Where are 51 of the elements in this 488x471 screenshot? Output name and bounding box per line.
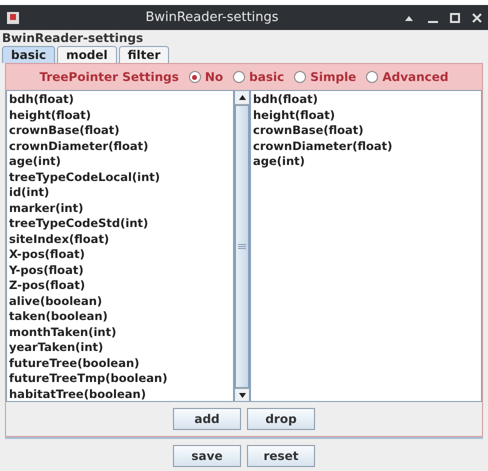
list-item[interactable]: yearTaken(int) xyxy=(7,340,233,356)
list-item[interactable]: monthTaken(int) xyxy=(7,324,233,340)
list-item[interactable]: age(int) xyxy=(7,154,233,170)
radio-icon[interactable] xyxy=(366,71,378,83)
list-item[interactable]: taken(boolean) xyxy=(7,309,233,324)
radio-option[interactable]: Advanced xyxy=(366,70,449,84)
list-item[interactable]: age(int) xyxy=(251,154,481,170)
list-item[interactable]: treeTypeCodeStd(int) xyxy=(7,216,233,232)
scrollbar[interactable] xyxy=(234,90,250,402)
radio-icon[interactable] xyxy=(233,71,246,83)
up-arrow-icon[interactable] xyxy=(238,95,246,100)
list-item[interactable]: crownBase(float) xyxy=(251,123,481,138)
list-item[interactable]: crownDiameter(float) xyxy=(7,138,233,154)
tab[interactable]: filter xyxy=(118,46,170,63)
list-item[interactable]: habitatTree(boolean) xyxy=(7,386,233,401)
down-arrow-icon[interactable] xyxy=(238,392,246,398)
list-item[interactable]: Z-pos(float) xyxy=(7,278,233,294)
list-item[interactable]: treeTypeCodeLocal(int) xyxy=(7,170,233,185)
dialog-button[interactable]: reset xyxy=(247,444,315,466)
list-item[interactable]: alive(boolean) xyxy=(7,294,233,309)
tab[interactable]: basic xyxy=(2,46,56,63)
radio-group-label: TreePointer Settings xyxy=(39,70,179,84)
list-item[interactable]: bdh(float) xyxy=(7,92,233,108)
radio-option[interactable]: Simple xyxy=(294,70,356,84)
list-item[interactable]: height(float) xyxy=(7,108,233,123)
radio-option[interactable]: No xyxy=(188,70,224,84)
list-item[interactable]: bdh(float) xyxy=(251,92,481,108)
list-item[interactable]: siteIndex(float) xyxy=(7,232,233,247)
list-button[interactable]: drop xyxy=(247,408,315,430)
window-title: BwinReader-settings xyxy=(144,10,280,25)
roll-up-icon[interactable] xyxy=(404,14,414,22)
list-item[interactable]: id(int) xyxy=(7,185,233,200)
close-icon[interactable] xyxy=(472,12,482,22)
radio-icon[interactable] xyxy=(188,71,201,83)
radio-icon[interactable] xyxy=(294,71,306,83)
dialog-button[interactable]: save xyxy=(173,444,241,466)
list-item[interactable]: height(float) xyxy=(251,108,481,123)
list-button[interactable]: add xyxy=(173,408,241,430)
list-item[interactable]: crownDiameter(float) xyxy=(251,138,481,154)
list-item[interactable]: futureTree(boolean) xyxy=(7,356,233,371)
list-item[interactable]: marker(int) xyxy=(7,200,233,216)
grip-icon xyxy=(238,244,246,249)
list-item[interactable]: futureTreeTmp(boolean) xyxy=(7,371,233,386)
maximize-icon[interactable] xyxy=(450,12,460,22)
list-item[interactable]: Y-pos(float) xyxy=(7,262,233,278)
list-item[interactable]: X-pos(float) xyxy=(7,247,233,262)
radio-option[interactable]: basic xyxy=(233,70,284,84)
app-icon xyxy=(6,10,20,24)
panel-heading: BwinReader-settings xyxy=(1,30,144,46)
tab[interactable]: model xyxy=(57,46,117,63)
list-item[interactable]: crownBase(float) xyxy=(7,123,233,138)
